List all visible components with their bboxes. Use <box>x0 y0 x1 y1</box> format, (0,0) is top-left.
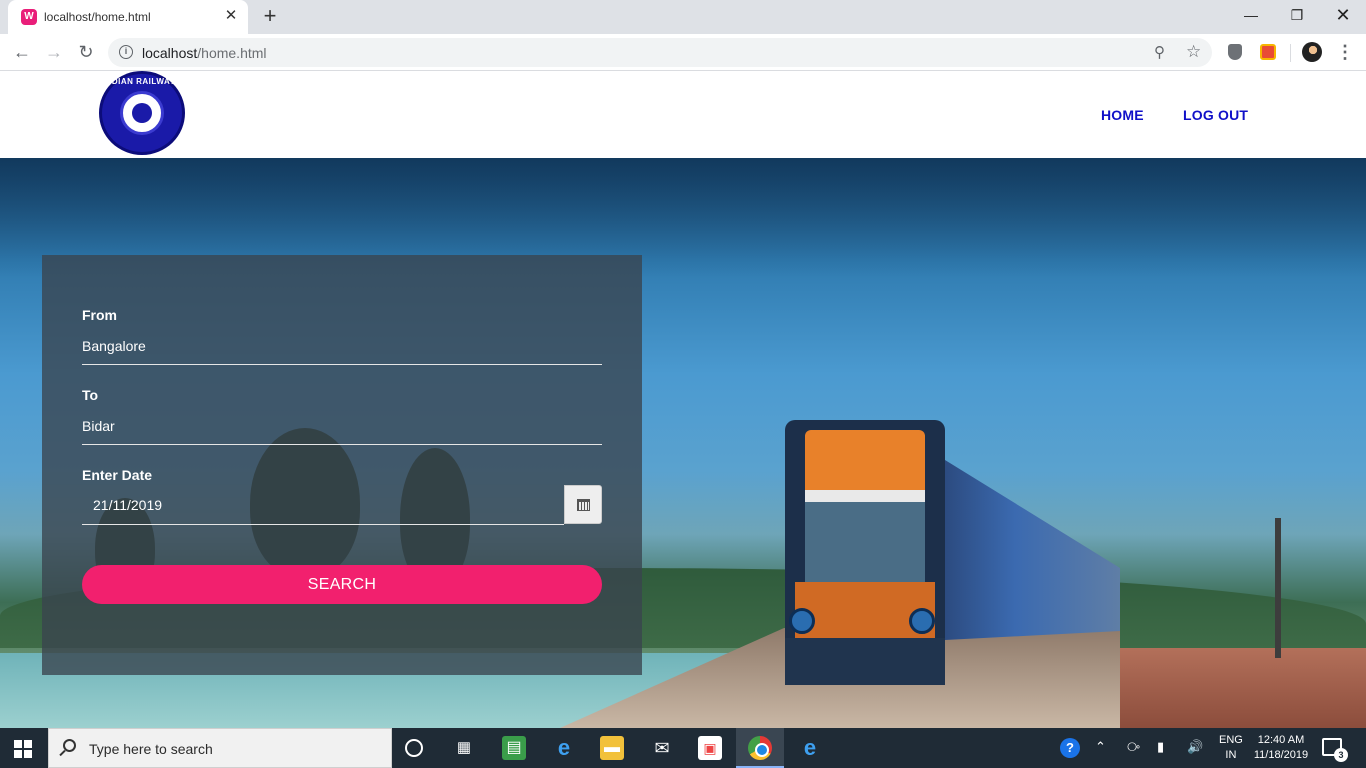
battery-icon[interactable]: ▮ <box>1157 739 1164 755</box>
internet-explorer-icon[interactable]: e <box>798 736 822 760</box>
favicon-icon: W <box>21 9 37 25</box>
spreadsheet-app-icon[interactable]: ▤ <box>502 736 526 760</box>
logo-emblem <box>120 91 164 135</box>
chevron-up-icon[interactable]: ⌃ <box>1095 739 1106 755</box>
new-tab-button[interactable]: + <box>258 4 282 28</box>
star-icon[interactable]: ☆ <box>1186 42 1201 62</box>
edge-icon[interactable]: e <box>552 736 576 760</box>
chrome-icon <box>748 736 772 760</box>
search-icon <box>63 739 76 752</box>
date-label: Enter Date <box>82 467 153 483</box>
train-search-form: From Bangalore To Bidar Enter Date 21/11… <box>42 255 642 675</box>
info-icon[interactable]: i <box>119 45 133 59</box>
cortana-icon[interactable] <box>405 739 423 757</box>
close-window-button[interactable]: ✕ <box>1320 0 1366 30</box>
volume-icon[interactable]: 🔊 <box>1187 739 1203 755</box>
date-input-underline <box>82 524 564 525</box>
clock-date: 11/18/2019 <box>1253 749 1309 761</box>
windows-start-icon[interactable] <box>14 740 32 758</box>
minimize-window-button[interactable]: — <box>1228 0 1274 30</box>
browser-toolbar: ← → ↻ i localhost/home.html ⚲ ☆ ⋮ <box>0 34 1366 71</box>
logo-text: INDIAN RAILWAYS <box>102 77 182 86</box>
from-input[interactable]: Bangalore <box>82 338 146 354</box>
clock-time: 12:40 AM <box>1257 734 1305 746</box>
key-icon[interactable]: ⚲ <box>1154 43 1165 61</box>
close-tab-icon[interactable]: ✕ <box>222 7 240 25</box>
nav-home-link[interactable]: HOME <box>1101 107 1144 123</box>
file-explorer-icon[interactable]: ▬ <box>600 736 624 760</box>
help-icon[interactable]: ? <box>1060 738 1080 758</box>
mail-icon[interactable]: ✉ <box>650 736 674 760</box>
headlight <box>909 608 935 634</box>
taskbar-search-box[interactable]: Type here to search <box>48 728 392 768</box>
chrome-taskbar-button[interactable] <box>736 728 784 768</box>
url-text[interactable]: localhost/home.html <box>142 45 267 61</box>
to-label: To <box>82 387 99 403</box>
back-icon[interactable]: ← <box>10 40 34 64</box>
electric-pole <box>1275 518 1281 658</box>
indian-railways-logo[interactable]: INDIAN RAILWAYS <box>99 71 185 155</box>
url-path: /home.html <box>197 45 267 61</box>
system-clock[interactable]: 12:40 AM 11/18/2019 <box>1251 733 1311 763</box>
from-label: From <box>82 307 117 323</box>
restore-window-button[interactable]: ❐ <box>1274 0 1320 30</box>
taskbar-search-placeholder: Type here to search <box>89 741 213 757</box>
tab-title: localhost/home.html <box>44 10 151 24</box>
browser-tab-strip: W localhost/home.html ✕ + — ❐ ✕ <box>0 0 1366 34</box>
nav-logout-link[interactable]: LOG OUT <box>1183 107 1248 123</box>
locomotive-stripe <box>805 490 925 502</box>
train-coaches <box>945 460 1120 640</box>
wifi-icon[interactable]: ⧂ <box>1127 739 1140 755</box>
toolbar-divider <box>1290 44 1291 62</box>
date-input[interactable]: 21/11/2019 <box>82 485 564 524</box>
language-code: ENG <box>1219 734 1243 746</box>
address-bar[interactable]: i localhost/home.html ⚲ ☆ <box>108 38 1212 67</box>
train-locomotive <box>785 420 1120 690</box>
extension-shield-icon[interactable] <box>1228 44 1242 60</box>
logo-core <box>132 103 152 123</box>
site-header: INDIAN RAILWAYS HOME LOG OUT <box>0 71 1366 158</box>
reload-icon[interactable]: ↻ <box>74 40 98 64</box>
locomotive-body <box>785 420 945 685</box>
notification-count-badge: 3 <box>1334 748 1348 762</box>
from-input-underline <box>82 364 602 365</box>
to-input[interactable]: Bidar <box>82 418 115 434</box>
language-indicator[interactable]: ENG IN <box>1219 733 1243 763</box>
calendar-icon <box>577 499 590 511</box>
forward-icon[interactable]: → <box>42 40 66 64</box>
calendar-button[interactable] <box>564 485 602 524</box>
locomotive-base <box>785 638 945 685</box>
extension-icon[interactable] <box>1260 44 1276 60</box>
task-view-icon[interactable]: ▦ <box>452 736 476 760</box>
date-input-value: 21/11/2019 <box>93 497 163 513</box>
locomotive-top <box>805 430 925 490</box>
locomotive-cab <box>805 502 925 582</box>
headlight <box>789 608 815 634</box>
search-button[interactable]: SEARCH <box>82 565 602 604</box>
browser-tab[interactable]: W localhost/home.html ✕ <box>8 0 248 34</box>
to-input-underline <box>82 444 602 445</box>
windows-taskbar: Type here to search ▦ ▤ e ▬ ✉ ▣ e ? ⌃ ⧂ … <box>0 728 1366 768</box>
profile-avatar-icon[interactable] <box>1302 42 1322 62</box>
store-icon[interactable]: ▣ <box>698 736 722 760</box>
region-code: IN <box>1225 749 1237 761</box>
url-host: localhost <box>142 45 198 61</box>
menu-icon[interactable]: ⋮ <box>1336 40 1354 64</box>
